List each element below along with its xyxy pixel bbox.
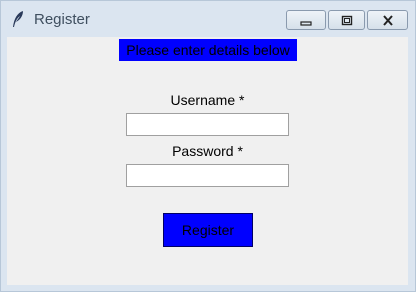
instruction-banner: Please enter details below <box>119 39 297 61</box>
minimize-button[interactable] <box>286 10 326 30</box>
title-bar[interactable]: Register <box>1 1 415 37</box>
form-area: Please enter details below Username * Pa… <box>7 37 408 285</box>
maximize-button[interactable] <box>328 10 365 30</box>
register-window: Register Please enter details below User… <box>0 0 416 292</box>
close-button[interactable] <box>367 10 408 30</box>
username-label: Username * <box>170 92 245 108</box>
maximize-icon <box>341 11 353 30</box>
register-button-label: Register <box>181 222 235 238</box>
close-icon <box>382 11 394 30</box>
password-label: Password * <box>172 143 243 159</box>
password-input[interactable] <box>126 164 289 187</box>
feather-icon <box>11 10 25 28</box>
window-title: Register <box>34 11 90 28</box>
minimize-icon <box>300 11 312 30</box>
register-button[interactable]: Register <box>163 213 253 247</box>
username-input[interactable] <box>126 113 289 136</box>
